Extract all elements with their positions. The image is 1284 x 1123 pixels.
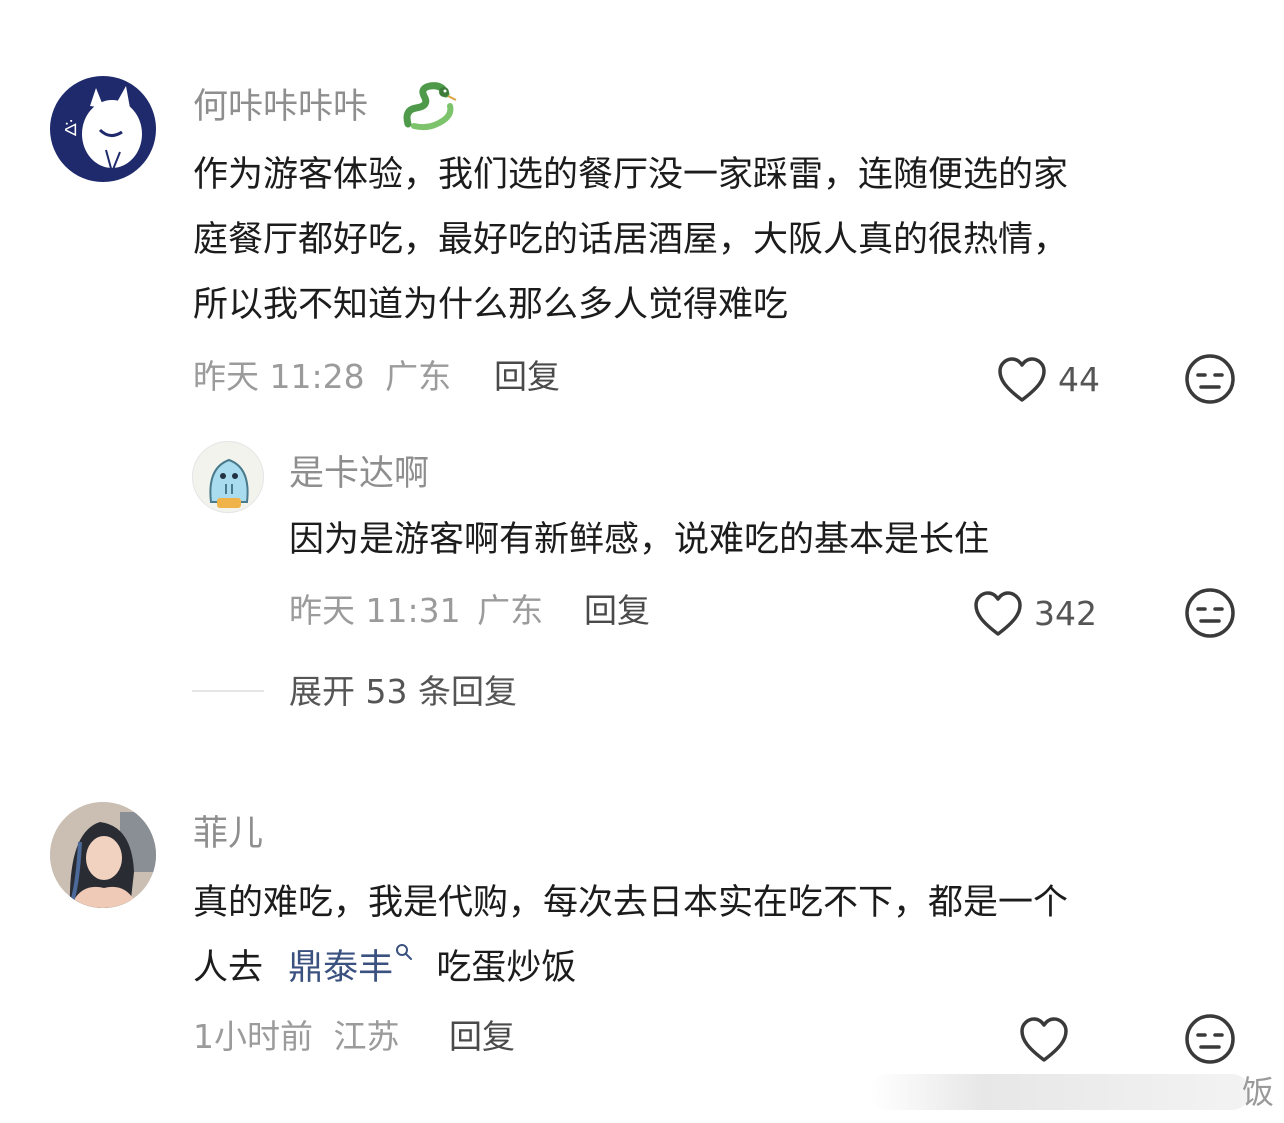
search-link[interactable]: 鼎泰丰 [288, 944, 424, 988]
comment-text-line: 所以我不知道为什么那么多人觉得难吃 [193, 285, 789, 325]
comment-username[interactable]: 菲儿 [193, 812, 263, 856]
like-button[interactable]: 342 [972, 588, 1132, 638]
username-text[interactable]: 何咔咔咔咔 [193, 87, 368, 127]
comment-text-line: 真的难吃，我是代购，每次去日本实在吃不下，都是一个 [193, 883, 1069, 923]
comment-username[interactable]: 何咔咔咔咔 [193, 85, 368, 129]
reply-username[interactable]: 是卡达啊 [289, 452, 429, 496]
reply-button[interactable]: 回复 [584, 591, 650, 631]
comment-text-segment: 吃蛋炒饭 [436, 948, 577, 988]
watermark: 饭 [870, 1068, 1284, 1118]
expand-divider [192, 690, 264, 692]
like-count: 342 [1034, 594, 1097, 633]
comment-text-line: 庭餐厅都好吃，最好吃的话居酒屋，大阪人真的很热情， [193, 220, 1069, 260]
avatar[interactable] [50, 802, 156, 908]
reply-meta: 昨天 11:31 广东 [289, 591, 543, 631]
comment-location: 广东 [385, 357, 452, 396]
comment-text-line: 作为游客体验，我们选的餐厅没一家踩雷，连随便选的家 [193, 155, 1069, 195]
comment-time: 昨天 11:28 [193, 357, 365, 396]
dislike-face-icon[interactable] [1184, 1013, 1236, 1065]
reply-button[interactable]: 回复 [494, 357, 560, 397]
reply-avatar[interactable] [192, 441, 264, 513]
watermark-text: 饭 [1242, 1073, 1275, 1111]
comment-meta: 昨天 11:28 广东 [193, 357, 451, 397]
dislike-face-icon[interactable] [1184, 353, 1236, 405]
dragon-badge-icon [400, 80, 458, 132]
comment-text-segment: 人去 [193, 948, 264, 988]
dislike-face-icon[interactable] [1184, 587, 1236, 639]
reply-location: 广东 [477, 591, 544, 630]
reply-button[interactable]: 回复 [449, 1017, 515, 1057]
reply-text: 因为是游客啊有新鲜感，说难吃的基本是长住 [289, 520, 990, 560]
watermark-bar [870, 1074, 1250, 1110]
heart-icon [1020, 1017, 1068, 1062]
comment-meta: 1小时前 江苏 [193, 1017, 400, 1057]
reply-time: 昨天 11:31 [289, 591, 461, 630]
comment-text: 真的难吃，我是代购，每次去日本实在吃不下，都是一个 人去 鼎泰丰 吃蛋炒饭 [193, 871, 1253, 1001]
like-button[interactable]: 44 [996, 354, 1126, 404]
svg-text:ᐛ: ᐛ [64, 120, 78, 141]
search-link-text[interactable]: 鼎泰丰 [288, 948, 393, 988]
like-count: 44 [1058, 360, 1100, 399]
heart-icon [974, 591, 1022, 636]
comment-text: 作为游客体验，我们选的餐厅没一家踩雷，连随便选的家 庭餐厅都好吃，最好吃的话居酒… [193, 143, 1253, 338]
comment-time: 1小时前 [193, 1017, 313, 1056]
comment-text-line: 人去 鼎泰丰 吃蛋炒饭 [193, 936, 1253, 1001]
expand-replies-button[interactable]: 展开 53 条回复 [289, 672, 517, 712]
search-icon [396, 944, 413, 960]
comment-location: 江苏 [333, 1017, 400, 1056]
avatar[interactable]: ᐛ [50, 76, 156, 182]
heart-icon [998, 357, 1046, 402]
like-button[interactable] [1018, 1014, 1074, 1064]
